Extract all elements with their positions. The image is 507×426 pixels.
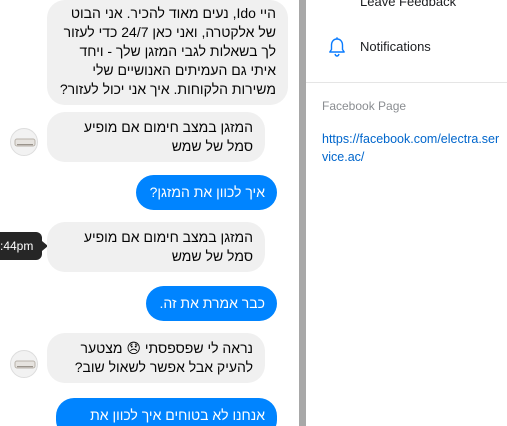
messenger-window: היי Ido, נעים מאוד להכיר. אני הבוט של אל… — [0, 0, 507, 426]
panel-divider — [306, 82, 507, 83]
chat-scrollbar[interactable] — [299, 0, 306, 426]
bot-message-missed: נראה לי שפספסתי 😞 מצטער להעיק אבל אפשר ל… — [47, 333, 265, 383]
conversation-info-panel: Leave Feedback Notifications — [306, 0, 507, 426]
leave-feedback-label: Leave Feedback — [360, 0, 457, 9]
bot-avatar — [10, 128, 38, 156]
scrollbar-thumb[interactable] — [299, 0, 306, 426]
notifications-row[interactable]: Notifications — [306, 34, 507, 60]
bell-icon — [328, 36, 346, 61]
bot-message-greeting: היי Ido, נעים מאוד להכיר. אני הבוט של אל… — [47, 0, 288, 105]
leave-feedback-row[interactable]: Leave Feedback — [306, 0, 507, 12]
facebook-page-title: Facebook Page — [322, 99, 407, 113]
user-message-already-said: כבר אמרת את זה. — [146, 286, 277, 321]
bot-avatar — [10, 350, 38, 378]
notifications-label: Notifications — [360, 39, 431, 54]
bot-message-heating-repeat: המזגן במצב חימום אם מופיע סמל של שמש — [47, 222, 265, 272]
facebook-page-link[interactable]: https://facebook.com/electra.service.ac/ — [322, 130, 502, 166]
air-conditioner-icon — [14, 360, 36, 369]
user-message-not-sure: אנחנו לא בטוחים איך לכוון את — [56, 398, 277, 426]
timestamp-tooltip: :44pm — [0, 232, 48, 260]
bot-message-heating: המזגן במצב חימום אם מופיע סמל של שמש — [47, 112, 265, 162]
air-conditioner-icon — [14, 138, 36, 147]
chat-thread: היי Ido, נעים מאוד להכיר. אני הבוט של אל… — [0, 0, 299, 426]
user-message-how-to-set: איך לכוון את המזגן? — [136, 175, 277, 210]
